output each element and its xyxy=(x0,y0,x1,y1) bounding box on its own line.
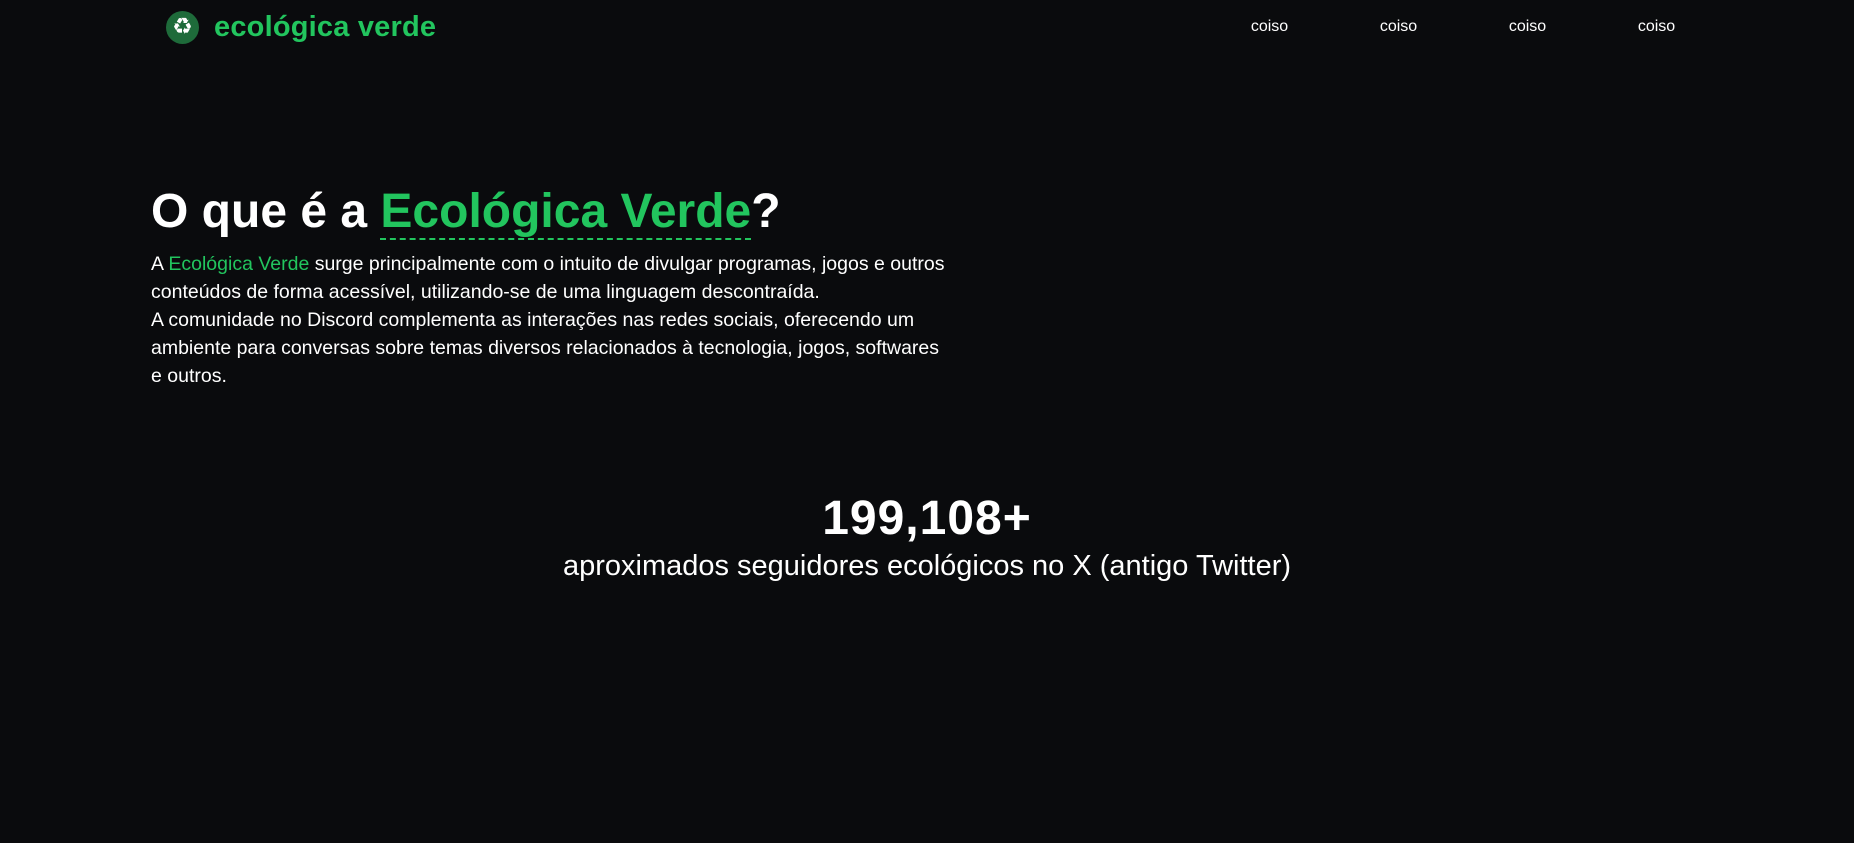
about-title-highlight: Ecológica Verde xyxy=(380,185,752,240)
brand-link[interactable]: ♻ ecológica verde xyxy=(166,11,436,44)
about-section: O que é a Ecológica Verde? A Ecológica V… xyxy=(151,178,951,390)
nav-link-3[interactable]: coiso xyxy=(1463,18,1592,36)
nav-links: coiso coiso coiso coiso xyxy=(1205,18,1721,36)
brand-name: ecológica verde xyxy=(214,11,437,43)
stats-section: 199,108+ aproximados seguidores ecológic… xyxy=(0,490,1854,584)
about-paragraph-prefix: A xyxy=(151,253,169,275)
about-title-suffix: ? xyxy=(751,185,781,238)
nav-link-1[interactable]: coiso xyxy=(1205,18,1334,36)
followers-count: 199,108+ xyxy=(822,492,1032,545)
about-title: O que é a Ecológica Verde? xyxy=(151,178,951,246)
page: ♻ ecológica verde coiso coiso coiso cois… xyxy=(0,0,1854,843)
about-paragraph-2: A comunidade no Discord complementa as i… xyxy=(151,309,940,387)
followers-label: aproximados seguidores ecológicos no X (… xyxy=(562,550,1292,582)
nav-link-4[interactable]: coiso xyxy=(1592,18,1721,36)
nav-link-2[interactable]: coiso xyxy=(1334,18,1463,36)
about-paragraph-highlight: Ecológica Verde xyxy=(168,253,310,275)
about-title-prefix: O que é a xyxy=(151,185,381,238)
about-paragraph: A Ecológica Verde surge principalmente c… xyxy=(151,250,951,390)
navbar: ♻ ecológica verde coiso coiso coiso cois… xyxy=(0,0,1854,56)
recycle-icon: ♻ xyxy=(166,11,199,44)
